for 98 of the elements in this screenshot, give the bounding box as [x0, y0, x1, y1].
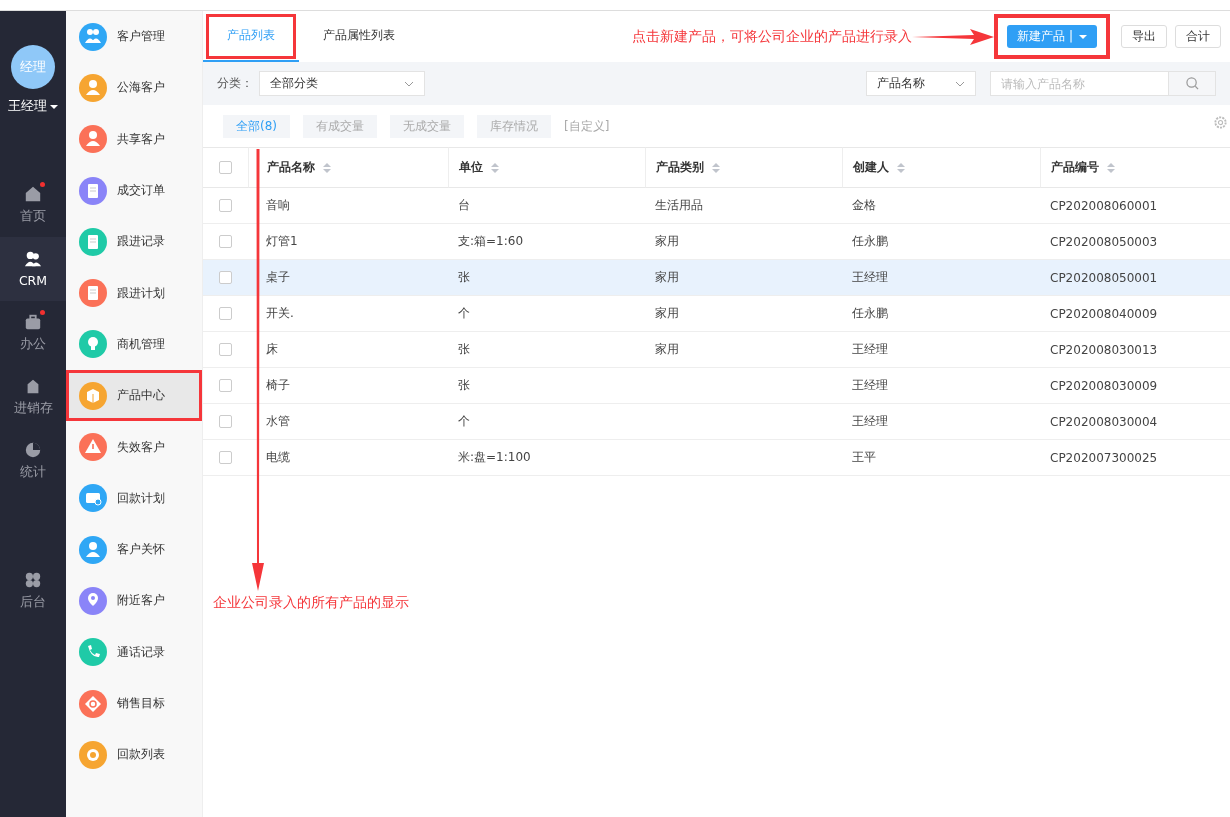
rail-item[interactable]: CRM [0, 237, 66, 301]
table-cell: CP202007300025 [1050, 450, 1158, 465]
menu-item[interactable]: 商机管理 [66, 318, 202, 371]
row-checkbox[interactable] [219, 199, 232, 212]
table-cell: 王经理 [852, 269, 888, 286]
table-cell: CP202008030013 [1050, 342, 1158, 357]
column-header[interactable]: 产品编号 [1040, 147, 1230, 188]
menu-item[interactable]: 通话记录 [66, 626, 202, 678]
menu-item[interactable]: 客户关怀 [66, 523, 202, 576]
chevron-icon [404, 80, 414, 87]
chevron-icon [955, 80, 965, 87]
toolbar-button[interactable]: 合计 [1175, 25, 1221, 48]
row-checkbox[interactable] [219, 271, 232, 284]
menu-item[interactable]: 回款列表 [66, 729, 202, 781]
menu-item[interactable]: 失效客户 [66, 421, 202, 473]
row-checkbox[interactable] [219, 379, 232, 392]
table-cell: 张 [458, 377, 470, 394]
row-checkbox[interactable] [219, 451, 232, 464]
table-cell: 桌子 [266, 269, 290, 286]
table-cell: 生活用品 [655, 197, 703, 214]
search-icon [1185, 77, 1199, 90]
table-cell: CP202008030009 [1050, 378, 1158, 393]
search-field[interactable]: 请输入产品名称 [990, 71, 1168, 96]
sort-icon[interactable] [1107, 162, 1115, 173]
table-cell: 张 [458, 341, 470, 358]
tab[interactable]: 产品属性列表 [299, 11, 419, 62]
row-checkbox[interactable] [219, 307, 232, 320]
menu-item[interactable]: 产品中心 [66, 370, 202, 422]
table-cell: 家用 [655, 305, 679, 322]
table-cell: 家用 [655, 341, 679, 358]
table-cell: 家用 [655, 269, 679, 286]
annotation-text: 企业公司录入的所有产品的显示 [213, 594, 409, 612]
search-field-select[interactable]: 产品名称 [866, 71, 976, 96]
grid-icon [24, 571, 42, 589]
settings-icon[interactable] [1213, 115, 1228, 130]
menu-item[interactable]: 附近客户 [66, 575, 202, 627]
people-icon [24, 250, 42, 268]
table-cell: 任永鹏 [852, 305, 888, 322]
sort-icon[interactable] [712, 162, 720, 173]
table-cell: 任永鹏 [852, 233, 888, 250]
table-cell: 张 [458, 269, 470, 286]
table-cell: 床 [266, 341, 278, 358]
pie-chart-icon [24, 441, 42, 459]
table-cell: 水管 [266, 413, 290, 430]
category-select[interactable]: 全部分类 [259, 71, 425, 96]
toolbar-button[interactable]: 导出 [1121, 25, 1167, 48]
menu-item[interactable]: 共享客户 [66, 113, 202, 165]
menu-item[interactable]: 公海客户 [66, 62, 202, 114]
column-header[interactable]: 产品类别 [645, 147, 842, 188]
table-cell: 电缆 [266, 449, 290, 466]
filter-label: 分类： [217, 75, 253, 92]
annotation-text: 点击新建产品，可将公司企业的产品进行录入 [632, 27, 913, 46]
table-cell: CP202008030004 [1050, 414, 1158, 429]
menu-item[interactable]: 销售目标 [66, 677, 202, 730]
table-cell: CP202008040009 [1050, 306, 1158, 321]
table-cell: 米:盘=1:100 [458, 449, 531, 466]
table-cell: 开关. [266, 305, 294, 322]
rail-item[interactable]: 统计 [0, 429, 66, 493]
table-cell: 个 [458, 413, 470, 430]
menu-item[interactable]: 成交订单 [66, 164, 202, 217]
table-cell: 王经理 [852, 341, 888, 358]
menu-item[interactable]: 客户管理 [66, 11, 202, 63]
table-cell: 台 [458, 197, 470, 214]
menu-item[interactable]: 回款计划 [66, 472, 202, 524]
home-icon [24, 185, 42, 203]
table-cell: CP202008050003 [1050, 234, 1158, 249]
row-checkbox[interactable] [219, 235, 232, 248]
table-cell: 家用 [655, 233, 679, 250]
table-cell: 王经理 [852, 413, 888, 430]
sort-icon[interactable] [491, 162, 499, 173]
briefcase-icon [24, 313, 42, 331]
table-cell: 椅子 [266, 377, 290, 394]
sort-icon[interactable] [897, 162, 905, 173]
table-cell: 灯管1 [266, 233, 298, 250]
sort-icon[interactable] [323, 162, 331, 173]
rail-item[interactable]: 首页 [0, 173, 66, 237]
column-header[interactable]: 单位 [448, 147, 645, 188]
select-all-checkbox[interactable] [219, 161, 232, 174]
column-header[interactable]: 创建人 [842, 147, 1040, 188]
rail-item[interactable]: 办公 [0, 301, 66, 365]
table-cell: CP202008050001 [1050, 270, 1158, 285]
table-cell: 音响 [266, 197, 290, 214]
rail-item[interactable]: 进销存 [0, 365, 66, 429]
table-row[interactable]: 桌子 张 家用 王经理 CP202008050001 [203, 260, 1230, 296]
menu-item[interactable]: 跟进记录 [66, 216, 202, 268]
row-checkbox[interactable] [219, 343, 232, 356]
table-cell: 金格 [852, 197, 876, 214]
table-cell: 王平 [852, 449, 876, 466]
column-header[interactable]: 产品名称 [248, 147, 448, 188]
search-button[interactable] [1168, 71, 1216, 96]
menu-item[interactable]: 跟进计划 [66, 267, 202, 319]
table-cell: CP202008060001 [1050, 198, 1158, 213]
rail-item[interactable]: 后台 [0, 559, 66, 623]
table-cell: 王经理 [852, 377, 888, 394]
table-cell: 个 [458, 305, 470, 322]
row-checkbox[interactable] [219, 415, 232, 428]
table-cell: 支:箱=1:60 [458, 233, 524, 250]
user-menu[interactable]: 王经理 [0, 97, 66, 115]
